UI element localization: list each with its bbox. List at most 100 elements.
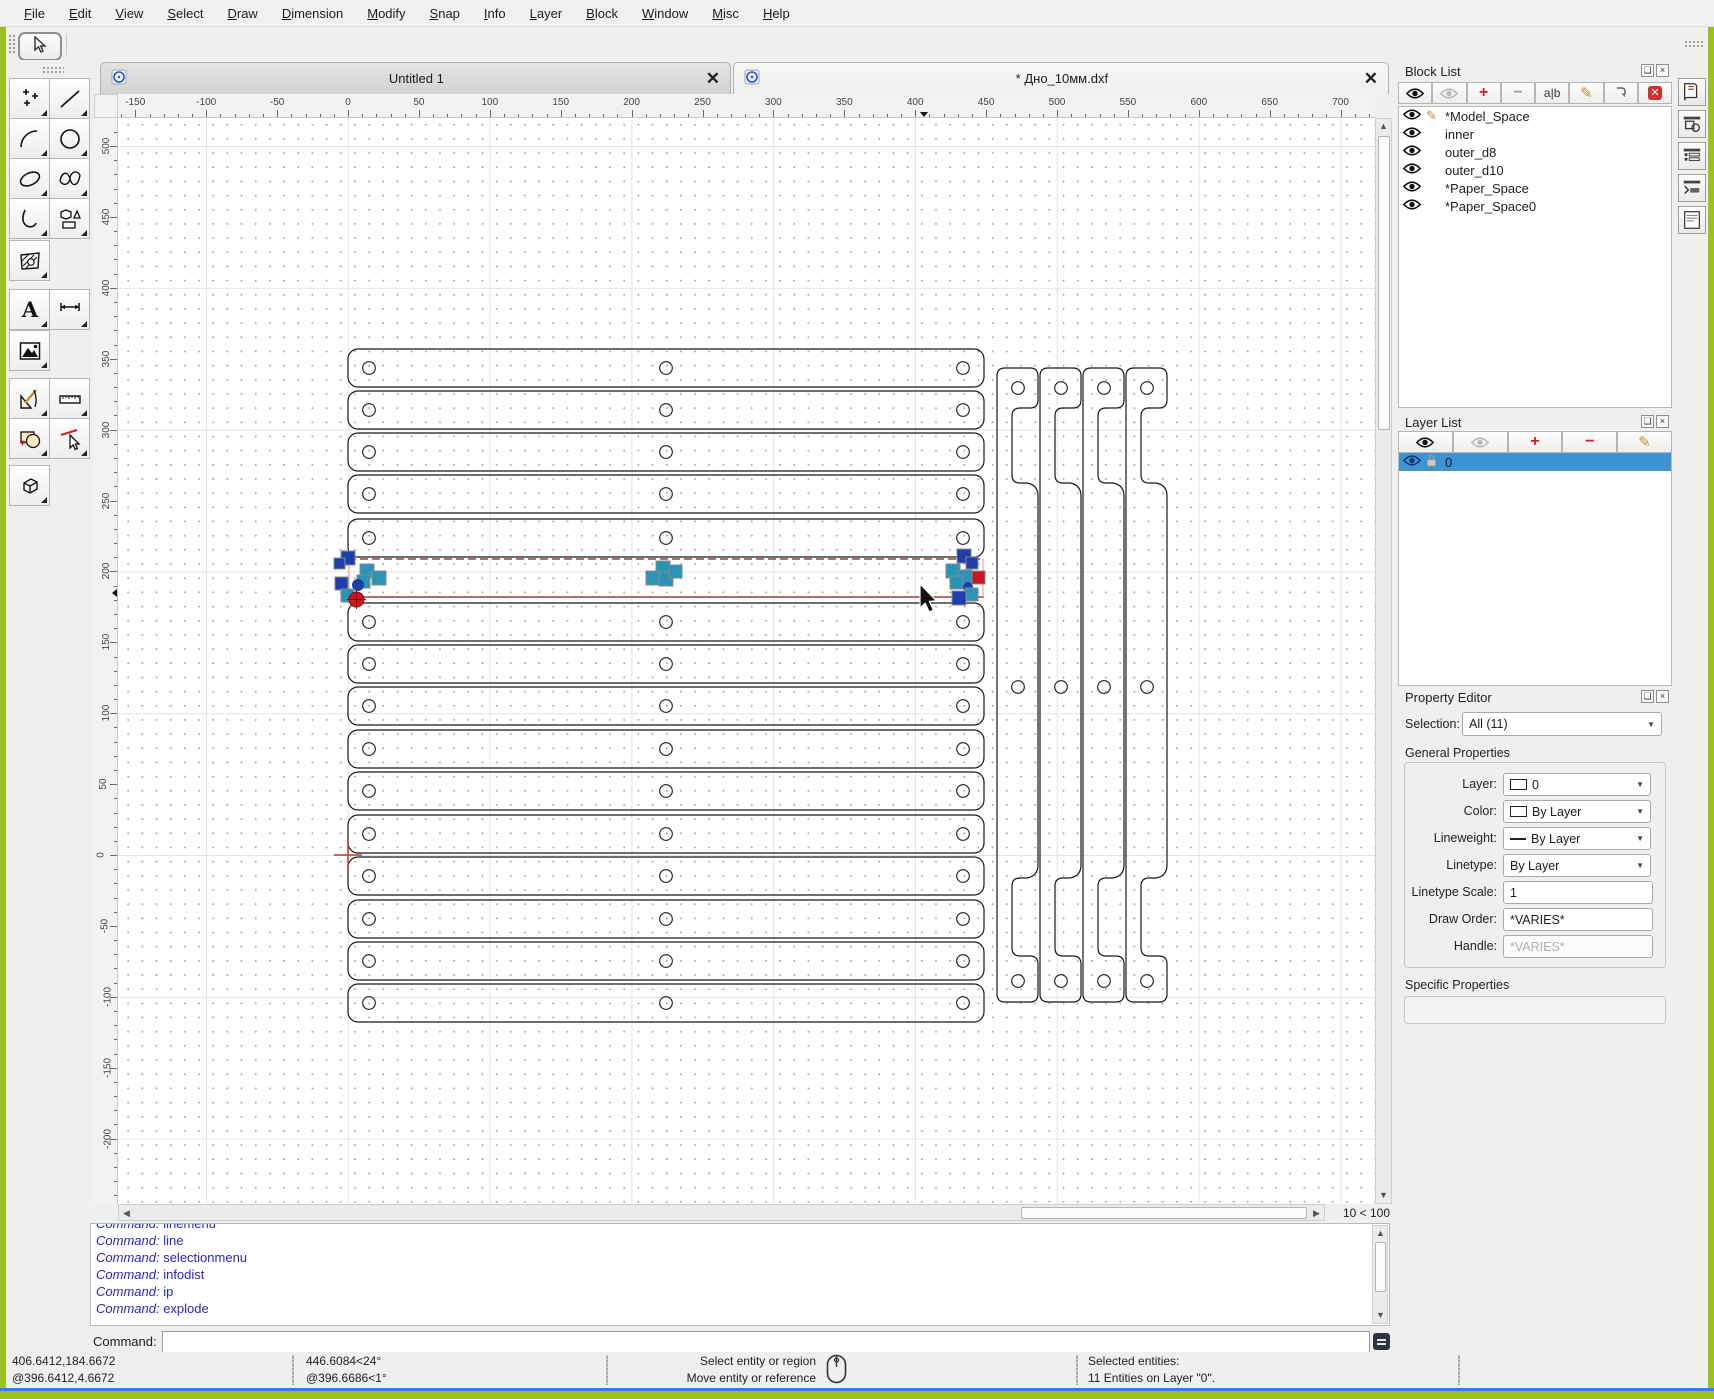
close-tab-icon[interactable]: ✕ xyxy=(706,72,720,86)
slat-hole[interactable] xyxy=(660,658,673,671)
drawing-tab-0[interactable]: Untitled 1✕ xyxy=(100,62,731,94)
dock-button-layer-widget[interactable] xyxy=(1678,142,1706,170)
slat-hole[interactable] xyxy=(957,616,970,629)
close-tab-icon[interactable]: ✕ xyxy=(1364,72,1378,86)
slat-hole[interactable] xyxy=(363,404,376,417)
slat-hole[interactable] xyxy=(363,362,376,375)
slat[interactable] xyxy=(348,772,984,810)
delete-block-button[interactable]: ✕ xyxy=(1638,82,1672,104)
tool-measure[interactable] xyxy=(9,378,50,419)
field-combo-linetype[interactable]: By Layer▼ xyxy=(1503,854,1651,877)
field-input-draworder[interactable]: *VARIES* xyxy=(1503,908,1653,931)
menu-edit[interactable]: Edit xyxy=(59,3,101,24)
scroll-right-icon[interactable]: ▶ xyxy=(1309,1206,1324,1221)
field-input-handle[interactable]: *VARIES* xyxy=(1503,935,1653,958)
slat-hole[interactable] xyxy=(363,658,376,671)
slat-hole[interactable] xyxy=(957,446,970,459)
tool-delete[interactable] xyxy=(49,418,90,459)
tool-image[interactable] xyxy=(9,330,50,371)
menu-file[interactable]: File xyxy=(14,3,55,24)
slat-hole[interactable] xyxy=(363,532,376,545)
tool-hatch[interactable] xyxy=(9,240,50,281)
slat-hole[interactable] xyxy=(363,785,376,798)
slat-hole[interactable] xyxy=(957,870,970,883)
slat-hole[interactable] xyxy=(363,446,376,459)
selection-handle[interactable] xyxy=(965,588,978,601)
block-list[interactable]: ✎*Model_Spaceinnerouter_d8outer_d10*Pape… xyxy=(1398,106,1672,408)
edit-layer-button[interactable]: ✎ xyxy=(1617,431,1672,453)
drawing-canvas[interactable] xyxy=(118,118,1375,1204)
scroll-down-icon[interactable]: ▼ xyxy=(1376,1188,1391,1203)
scroll-up-icon[interactable]: ▲ xyxy=(1376,119,1391,134)
selection-combo[interactable]: All (11)▼ xyxy=(1462,712,1662,736)
slat[interactable] xyxy=(348,900,984,938)
slat[interactable] xyxy=(348,645,984,683)
slat-hole[interactable] xyxy=(363,870,376,883)
rename-block-button[interactable]: a|b xyxy=(1535,82,1569,104)
slat-hole[interactable] xyxy=(660,700,673,713)
tool-circle[interactable] xyxy=(49,118,90,159)
tool-dimension[interactable] xyxy=(49,289,90,330)
selection-handle[interactable] xyxy=(972,571,985,584)
tool-polyline[interactable] xyxy=(9,198,50,239)
dock-button-command-widget[interactable] xyxy=(1678,174,1706,202)
slat[interactable] xyxy=(348,730,984,768)
menu-view[interactable]: View xyxy=(105,3,153,24)
slat-hole[interactable] xyxy=(660,532,673,545)
slat-hole[interactable] xyxy=(957,828,970,841)
menu-window[interactable]: Window xyxy=(632,3,698,24)
menu-modify[interactable]: Modify xyxy=(357,3,415,24)
slat-hole[interactable] xyxy=(957,700,970,713)
block-row[interactable]: ✎*Model_Space xyxy=(1399,107,1671,125)
menu-misc[interactable]: Misc xyxy=(702,3,749,24)
float-panel-icon[interactable]: ❏ xyxy=(1641,690,1654,703)
close-panel-icon[interactable]: × xyxy=(1656,690,1669,703)
menu-select[interactable]: Select xyxy=(157,3,213,24)
slat-hole[interactable] xyxy=(660,446,673,459)
float-panel-icon[interactable]: ❏ xyxy=(1641,415,1654,428)
lock-icon[interactable] xyxy=(1426,454,1437,470)
menu-info[interactable]: Info xyxy=(474,3,516,24)
slat-hole[interactable] xyxy=(957,658,970,671)
slat[interactable] xyxy=(348,942,984,980)
slat-hole[interactable] xyxy=(660,955,673,968)
drawing-tab-1[interactable]: * Дно_10мм.dxf✕ xyxy=(733,62,1389,94)
close-panel-icon[interactable]: × xyxy=(1656,64,1669,77)
slat-hole[interactable] xyxy=(957,913,970,926)
slat-hole[interactable] xyxy=(660,913,673,926)
block-row[interactable]: outer_d8 xyxy=(1399,143,1671,161)
insert-block-button[interactable] xyxy=(1604,82,1638,104)
strip-hole[interactable] xyxy=(1012,975,1025,988)
scroll-down-icon[interactable]: ▼ xyxy=(1373,1308,1388,1323)
field-combo-layer[interactable]: 0▼ xyxy=(1503,773,1651,796)
slat-hole[interactable] xyxy=(957,743,970,756)
vertical-scrollbar[interactable]: ▲ ▼ xyxy=(1375,118,1392,1204)
slat-hole[interactable] xyxy=(957,532,970,545)
menu-draw[interactable]: Draw xyxy=(217,3,267,24)
select-tool-button[interactable] xyxy=(18,32,62,61)
tool-line[interactable] xyxy=(49,78,90,119)
strip-hole[interactable] xyxy=(1098,975,1111,988)
show-all-blocks-button[interactable] xyxy=(1398,82,1432,104)
selection-handle[interactable] xyxy=(372,571,386,585)
eye-icon[interactable] xyxy=(1403,454,1421,470)
slat[interactable] xyxy=(348,433,984,471)
add-block-button[interactable]: + xyxy=(1467,82,1501,104)
selection-handle[interactable] xyxy=(334,558,345,569)
slat-hole[interactable] xyxy=(363,828,376,841)
horizontal-scroll-thumb[interactable] xyxy=(1021,1207,1307,1219)
slat-hole[interactable] xyxy=(957,955,970,968)
slat-hole[interactable] xyxy=(957,404,970,417)
eye-icon[interactable] xyxy=(1403,198,1421,214)
command-input[interactable] xyxy=(162,1331,1370,1353)
tool-cube[interactable] xyxy=(9,465,50,506)
tool-text[interactable]: A xyxy=(9,289,50,330)
horizontal-scrollbar[interactable]: ◀ ▶ xyxy=(118,1204,1325,1221)
command-options-icon[interactable] xyxy=(1373,1333,1390,1350)
tool-ruler[interactable] xyxy=(49,378,90,419)
slat[interactable] xyxy=(348,984,984,1022)
strip-hole[interactable] xyxy=(1055,382,1068,395)
field-combo-lineweight[interactable]: By Layer▼ xyxy=(1503,827,1651,850)
slat-hole[interactable] xyxy=(660,743,673,756)
dock-button-library-browser[interactable] xyxy=(1678,78,1706,106)
